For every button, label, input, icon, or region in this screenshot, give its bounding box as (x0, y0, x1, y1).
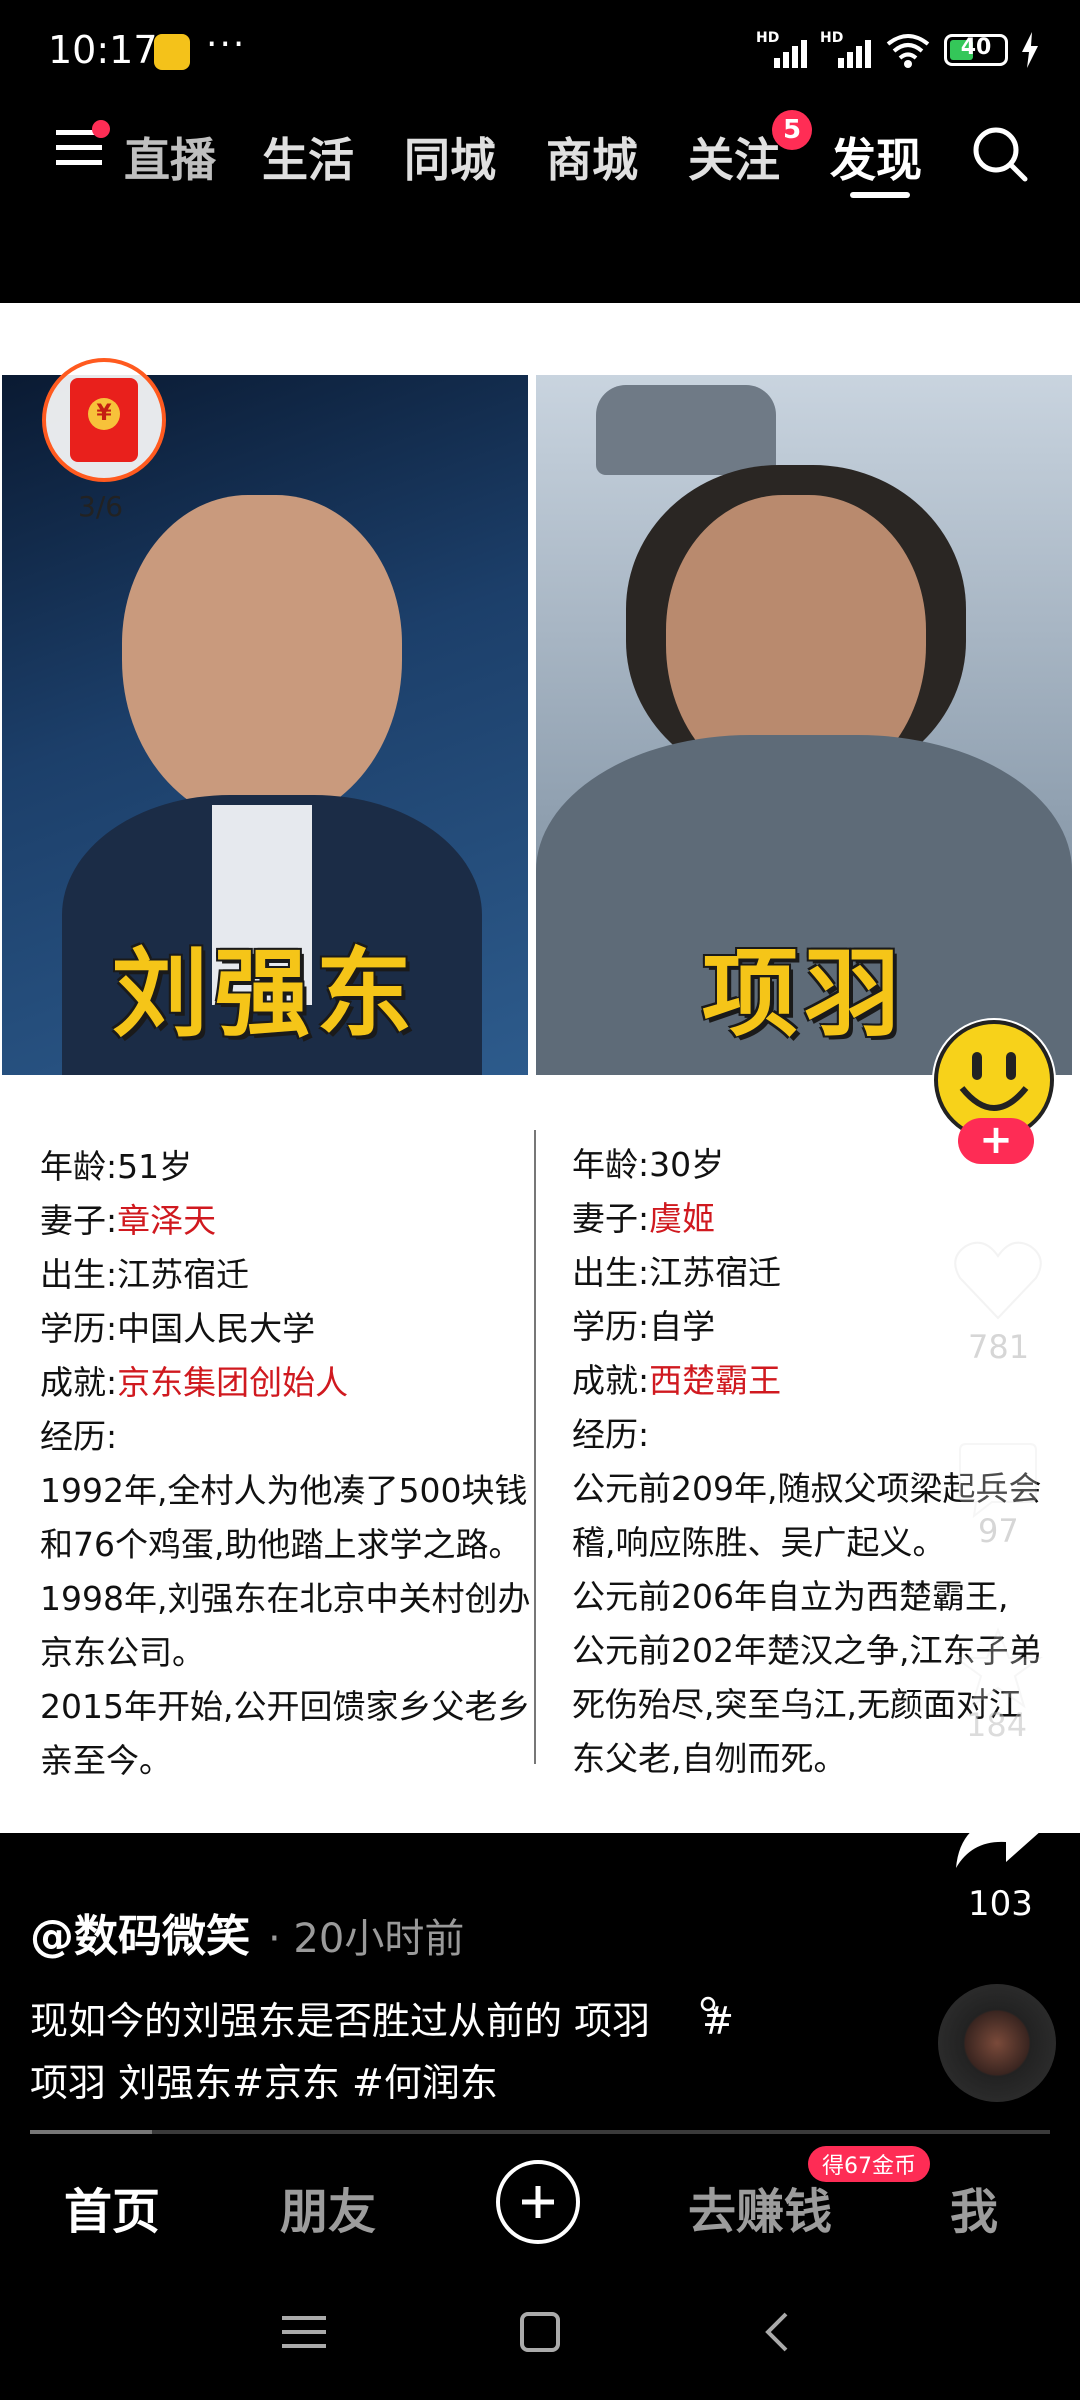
star-icon[interactable] (952, 1626, 1044, 1710)
caption-hashtags[interactable]: 项羽 刘强东#京东 #何润东 (30, 2052, 498, 2107)
active-tab-indicator (850, 192, 910, 198)
bottom-tab-home[interactable]: 首页 (64, 2172, 160, 2242)
heart-icon[interactable] (952, 1238, 1044, 1322)
search-icon[interactable] (970, 124, 1030, 184)
video-progress-fill (30, 2130, 152, 2134)
recent-apps-icon[interactable] (282, 2312, 326, 2352)
portrait-image-right: 项羽 (536, 375, 1072, 1075)
tab-local[interactable]: 同城 (404, 124, 496, 190)
wifi-icon (886, 34, 930, 68)
tab-discover[interactable]: 发现 (830, 124, 922, 190)
experience-line: 京东公司。 (40, 1633, 205, 1672)
coin-reward-badge: 得67金币 (808, 2146, 930, 2182)
video-progress-bar[interactable] (30, 2130, 1050, 2134)
bottom-tab-earn[interactable]: 去赚钱 (688, 2172, 832, 2242)
comment-icon[interactable] (952, 1440, 1044, 1520)
wife-line: 妻子:章泽天 (40, 1201, 217, 1240)
back-icon[interactable] (760, 2310, 792, 2354)
experience-line: 1998年,刘强东在北京中关村创办 (40, 1579, 531, 1618)
like-count: 781 (968, 1328, 1030, 1366)
experience-line: 和76个鸡蛋,助他踏上求学之路。 (40, 1525, 522, 1564)
home-button[interactable] (520, 2312, 560, 2352)
experience-line: 2015年开始,公开回馈家乡父老乡 (40, 1687, 531, 1726)
search-keyword-icon[interactable] (698, 1994, 722, 2018)
follow-button[interactable]: + (958, 1118, 1034, 1164)
favorite-count: 184 (966, 1706, 1028, 1744)
wife-value: 章泽天 (117, 1201, 217, 1240)
plus-icon (522, 2186, 554, 2218)
caption-text[interactable]: 现如今的刘强东是否胜过从前的 项羽 # (30, 1990, 734, 2045)
follow-count-badge: 5 (772, 110, 812, 150)
signal-icon: HD (820, 30, 872, 70)
tab-life[interactable]: 生活 (262, 124, 354, 190)
education-line: 学历:中国人民大学 (40, 1309, 316, 1348)
age-line: 年龄:51岁 (40, 1147, 193, 1186)
status-icons: HD HD 40 (756, 30, 1040, 70)
status-more-icon: ··· (206, 24, 247, 65)
experience-line: 亲至今。 (40, 1741, 172, 1780)
battery-level: 40 (960, 35, 992, 60)
post-time: · 20小时前 (268, 1916, 465, 1962)
author-name[interactable]: @数码微笑 (30, 1900, 250, 1964)
profile-left: 年龄:51岁 妻子:章泽天 出生:江苏宿迁 学历:中国人民大学 成就:京东集团创… (40, 1140, 540, 1788)
comment-count: 97 (978, 1512, 1019, 1550)
signal-hd-label: HD (820, 30, 844, 46)
music-disc-icon[interactable] (938, 1984, 1056, 2102)
wife-value: 虞姬 (649, 1199, 716, 1238)
create-post-button[interactable] (496, 2160, 580, 2244)
tab-follow[interactable]: 关注 (688, 124, 780, 190)
share-count: 103 (968, 1884, 1033, 1924)
status-time: 10:17 (48, 28, 158, 72)
tab-mall[interactable]: 商城 (546, 124, 638, 190)
portrait-name-left: 刘强东 (112, 938, 418, 1050)
bottom-tab-me[interactable]: 我 (950, 2172, 998, 2242)
share-icon[interactable] (950, 1792, 1046, 1872)
battery-icon: 40 (944, 34, 1008, 66)
column-divider (534, 1130, 536, 1764)
achievement-value: 京东集团创始人 (117, 1363, 349, 1402)
app-notification-icon (154, 34, 190, 70)
achievement-value: 西楚霸王 (649, 1361, 782, 1400)
experience-label: 经历: (40, 1417, 118, 1456)
signal-hd-label: HD (756, 30, 780, 46)
achievement-line: 成就:京东集团创始人 (40, 1363, 349, 1402)
signal-icon: HD (756, 30, 808, 70)
bottom-tab-friends[interactable]: 朋友 (280, 2172, 376, 2242)
portrait-image-left: 刘强东 (2, 375, 528, 1075)
red-packet-progress: 3/6 (78, 490, 124, 523)
red-packet-coin: ¥ (88, 398, 120, 430)
notification-dot (92, 120, 110, 138)
charging-icon (1022, 32, 1038, 68)
birth-line: 出生:江苏宿迁 (40, 1255, 250, 1294)
experience-line: 公元前206年自立为西楚霸王, (572, 1577, 1009, 1616)
tab-live[interactable]: 直播 (124, 124, 216, 190)
experience-line: 1992年,全村人为他凑了500块钱 (40, 1471, 528, 1510)
